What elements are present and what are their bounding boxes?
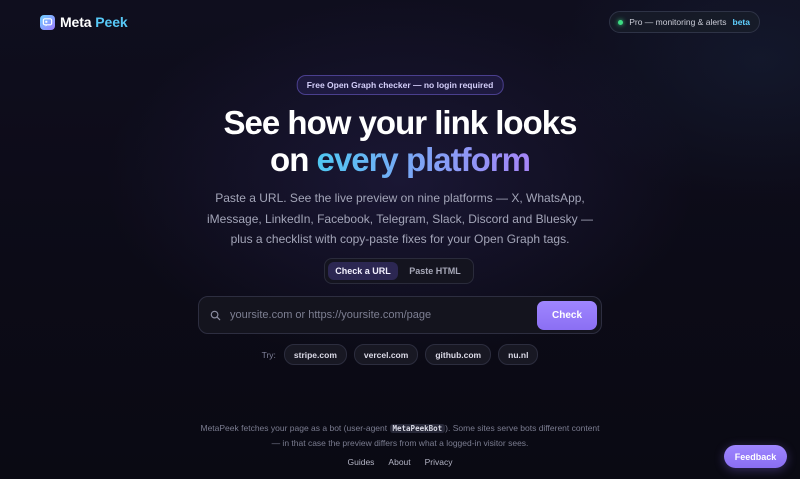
try-examples: Try: stripe.com vercel.com github.com nu… xyxy=(0,344,800,365)
hero-title-prefix: on xyxy=(270,141,309,178)
tab-paste-html[interactable]: Paste HTML xyxy=(400,262,470,280)
logo-text: Meta Peek xyxy=(60,14,128,30)
check-button[interactable]: Check xyxy=(537,300,597,330)
tab-check-url[interactable]: Check a URL xyxy=(328,262,398,280)
chat-bubble-icon-glyph xyxy=(42,17,53,26)
example-chip-github[interactable]: github.com xyxy=(425,344,492,365)
example-chip-stripe[interactable]: stripe.com xyxy=(283,344,347,365)
hero-title-highlight: every platform xyxy=(316,141,531,178)
pro-badge-text: Pro — monitoring & alerts xyxy=(629,17,727,27)
pro-badge[interactable]: Pro — monitoring & alerts beta xyxy=(609,11,760,33)
search-icon-glyph xyxy=(210,310,221,320)
footer-link-privacy[interactable]: Privacy xyxy=(425,457,453,469)
hero-subtitle: Paste a URL. See the live preview on nin… xyxy=(207,191,593,246)
status-dot-icon xyxy=(618,19,624,25)
logo-name-part1: Meta xyxy=(60,14,92,30)
logo[interactable]: Meta Peek xyxy=(40,12,128,32)
example-chip-vercel[interactable]: vercel.com xyxy=(353,344,419,365)
url-search-box: Check xyxy=(198,296,602,334)
example-chip-nu[interactable]: nu.nl xyxy=(498,344,539,365)
hero-title-line1: See how your link looks xyxy=(223,104,578,141)
url-input[interactable] xyxy=(230,303,537,327)
footer-link-guides[interactable]: Guides xyxy=(347,457,374,469)
feedback-button[interactable]: Feedback xyxy=(724,445,787,468)
chat-bubble-icon xyxy=(40,14,55,30)
logo-name-part2: Peek xyxy=(95,14,128,30)
hero-title-line2: on every platform xyxy=(0,141,800,178)
footer-link-about[interactable]: About xyxy=(388,457,410,469)
footer-links: Guides About Privacy xyxy=(0,457,800,469)
mode-switch: Check a URL Paste HTML xyxy=(324,258,474,284)
bot-disclaimer: MetaPeek fetches your page as a bot (use… xyxy=(200,421,600,451)
hero-title: See how your link looks on every platfor… xyxy=(0,104,800,178)
search-icon xyxy=(210,309,222,321)
announcement-badge: Free Open Graph checker — no login requi… xyxy=(296,75,504,95)
user-agent-code: MetaPeekBot xyxy=(389,424,446,433)
disclaimer-before: MetaPeek fetches your page as a bot (use… xyxy=(200,423,388,433)
beta-tag: beta xyxy=(732,17,750,27)
try-label: Try: xyxy=(261,349,276,360)
